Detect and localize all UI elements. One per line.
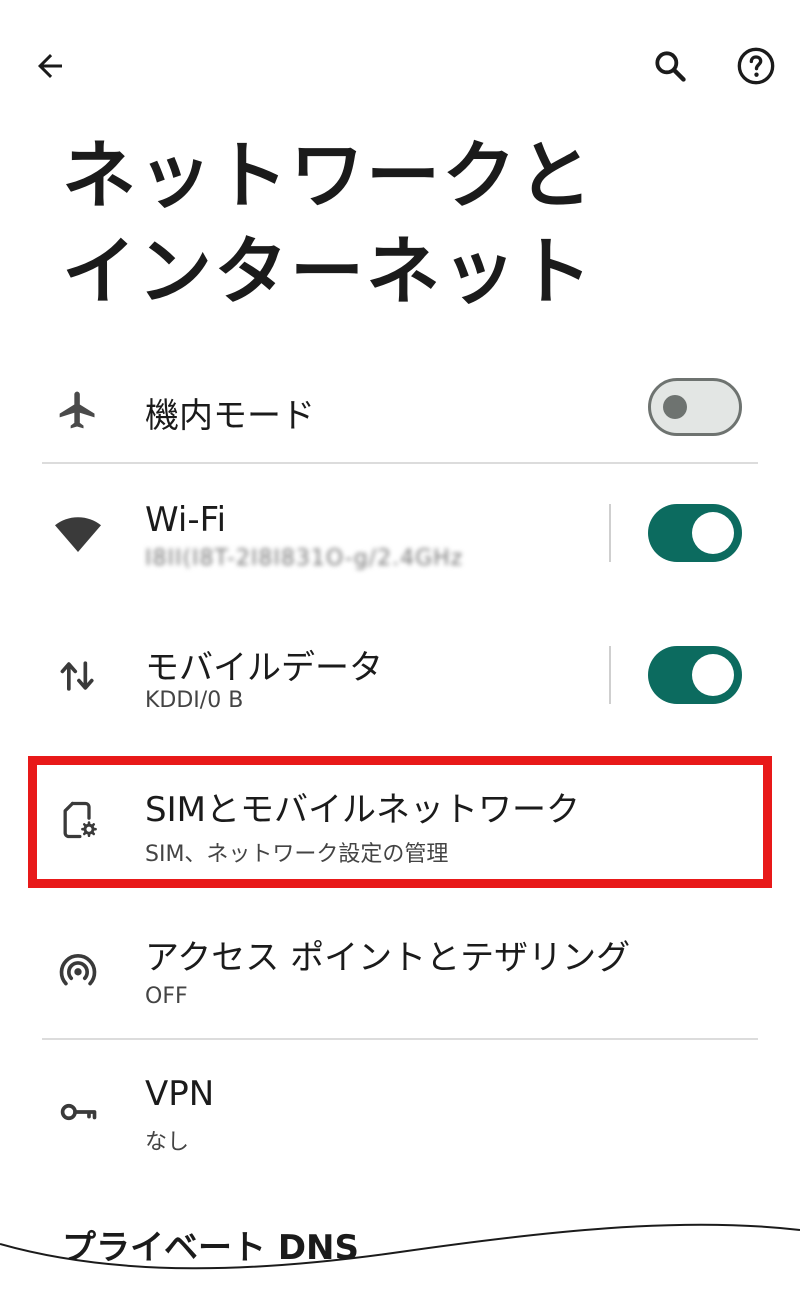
airplane-mode-toggle[interactable] <box>648 378 742 436</box>
divider <box>42 462 758 464</box>
toggle-knob <box>692 512 734 554</box>
hotspot-title: アクセス ポイントとテザリング <box>145 938 631 978</box>
wifi-title: Wi-Fi <box>145 500 227 540</box>
help-button[interactable] <box>728 38 784 94</box>
hotspot-subtitle: OFF <box>145 984 188 1009</box>
key-icon <box>52 1086 104 1138</box>
divider <box>42 1038 758 1040</box>
hotspot-row[interactable]: アクセス ポイントとテザリング OFF <box>0 918 800 1018</box>
arrow-left-icon <box>38 54 62 78</box>
wifi-toggle[interactable] <box>648 504 742 562</box>
search-button[interactable] <box>642 38 698 94</box>
mobile-data-subtitle: KDDI/0 B <box>145 688 244 713</box>
vertical-divider <box>609 504 611 562</box>
top-app-bar <box>0 0 800 130</box>
vpn-row[interactable]: VPN なし <box>0 1062 800 1162</box>
hotspot-icon <box>52 944 104 996</box>
wifi-network-name: I8II(I8T-2I8I831O-g/2.4GHz <box>145 546 464 571</box>
back-button[interactable] <box>22 38 78 94</box>
mobile-data-toggle[interactable] <box>648 646 742 704</box>
wifi-icon <box>52 508 104 560</box>
torn-edge-decoration <box>0 1223 800 1300</box>
highlight-box <box>28 756 772 888</box>
mobile-data-icon <box>52 650 104 702</box>
toggle-knob <box>663 395 687 419</box>
help-circle-icon <box>737 47 775 85</box>
page-title-line2: インターネット <box>62 229 594 315</box>
wifi-row[interactable]: Wi-Fi I8II(I8T-2I8I831O-g/2.4GHz <box>0 490 800 590</box>
airplane-mode-title: 機内モード <box>145 396 315 436</box>
airplane-icon <box>52 384 104 436</box>
search-icon <box>655 51 686 82</box>
vpn-title: VPN <box>145 1074 215 1114</box>
vertical-divider <box>609 646 611 704</box>
airplane-mode-row[interactable]: 機内モード <box>0 370 800 450</box>
page-title: ネットワークと インターネット <box>62 128 722 320</box>
vpn-subtitle: なし <box>145 1130 190 1155</box>
mobile-data-title: モバイルデータ <box>145 648 383 688</box>
toggle-knob <box>692 654 734 696</box>
page-title-line1: ネットワークと <box>62 133 594 219</box>
mobile-data-row[interactable]: モバイルデータ KDDI/0 B <box>0 632 800 732</box>
